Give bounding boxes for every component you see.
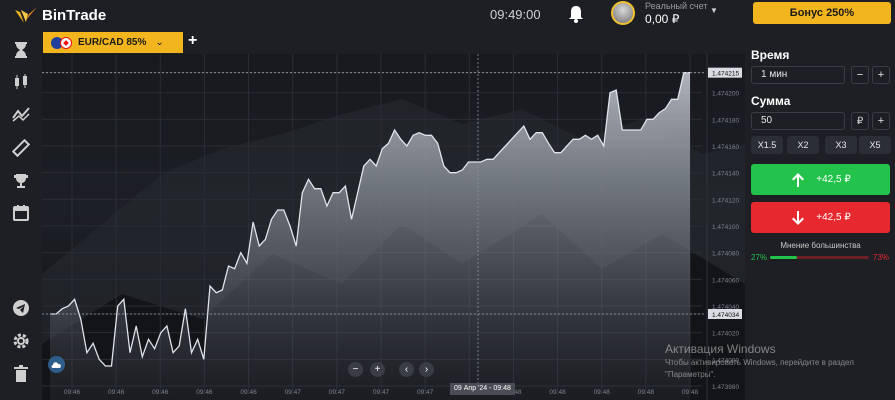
multiplier-x2-button[interactable]: X2 <box>787 136 819 154</box>
brand-logo[interactable]: BinTrade <box>14 6 106 24</box>
ruler-icon[interactable] <box>11 138 31 158</box>
zoom-out-button[interactable]: − <box>348 362 363 377</box>
y-tick-label: 1.474080 <box>712 251 739 258</box>
currency-label: ₽ <box>851 112 869 130</box>
x-tick-label: 09:48 <box>682 389 699 396</box>
multiplier-x3-button[interactable]: X3 <box>825 136 857 154</box>
y-tick-label: 1.474060 <box>712 277 739 284</box>
windows-activation-text-2: "Параметры". <box>665 370 716 379</box>
x-tick-label: 09:46 <box>240 389 257 396</box>
add-tab-button[interactable]: + <box>188 32 197 50</box>
y-tick-label: 1.474200 <box>712 91 739 98</box>
crosshair-time-badge: 09 Апр '24 - 09:48 <box>450 383 515 395</box>
buy-up-button[interactable]: +42,5 ₽ <box>751 164 890 195</box>
majority-bar <box>770 256 869 259</box>
candles-icon[interactable] <box>11 72 31 92</box>
asset-tab-bar: EUR/CAD 85% ⌄ + <box>42 30 745 54</box>
price-chart-svg: 1.474215 1.474200 1.474180 1.474160 1.474140… <box>42 54 745 400</box>
time-label: Время <box>751 48 790 62</box>
windows-activation-title: Активация Windows <box>665 342 776 356</box>
time-increase-button[interactable]: + <box>872 66 890 84</box>
indicators-icon[interactable] <box>11 104 31 124</box>
multiplier-x1-5-button[interactable]: X1.5 <box>751 136 783 154</box>
zoom-in-button[interactable]: + <box>370 362 385 377</box>
y-tick-label: 1.474034 <box>712 312 739 319</box>
y-tick-label: 1.474160 <box>712 144 739 151</box>
x-tick-label: 09:46 <box>196 389 213 396</box>
logo-icon <box>15 7 37 23</box>
x-tick-label: 09:46 <box>108 389 125 396</box>
scroll-forward-button[interactable]: › <box>419 362 434 377</box>
calendar-icon[interactable] <box>11 203 31 223</box>
scroll-back-button[interactable]: ‹ <box>399 362 414 377</box>
brand-name: BinTrade <box>42 6 107 24</box>
time-decrease-button[interactable]: − <box>851 66 869 84</box>
x-tick-label: 09:48 <box>638 389 655 396</box>
y-tick-label: 1.474215 <box>712 71 739 78</box>
amount-label: Сумма <box>751 94 791 108</box>
up-payout: +42,5 ₽ <box>816 174 851 185</box>
top-bar: BinTrade 09:49:00 Реальный счет 0,00 ₽ ▼… <box>0 0 895 30</box>
trophy-icon[interactable] <box>11 171 31 191</box>
x-tick-label: 09:47 <box>373 389 390 396</box>
asset-tab-label: EUR/CAD 85% <box>78 37 147 48</box>
amount-input[interactable]: 50 <box>751 112 845 130</box>
asset-tab-eur-cad[interactable]: EUR/CAD 85% ⌄ <box>43 32 183 53</box>
account-type-label: Реальный счет <box>645 1 708 11</box>
left-sidebar <box>0 30 42 400</box>
y-tick-label: 1.474180 <box>712 117 739 124</box>
currency-flags-icon <box>51 36 73 49</box>
x-tick-label: 09:47 <box>329 389 346 396</box>
cloud-icon[interactable] <box>48 356 65 373</box>
server-clock: 09:49:00 <box>490 7 541 22</box>
x-tick-label: 09:48 <box>549 389 566 396</box>
telegram-icon[interactable] <box>11 298 31 318</box>
y-tick-label: 1.474120 <box>712 197 739 204</box>
majority-down-percent: 73% <box>873 253 890 262</box>
y-tick-label: 1.474020 <box>712 331 739 338</box>
avatar[interactable] <box>611 1 635 25</box>
price-chart[interactable]: 1.474215 1.474200 1.474180 1.474160 1.474140… <box>42 54 745 400</box>
multiplier-x5-button[interactable]: X5 <box>859 136 891 154</box>
y-tick-label: 1.474140 <box>712 171 739 178</box>
y-tick-label: 1.474100 <box>712 224 739 231</box>
x-tick-label: 09:48 <box>594 389 611 396</box>
bell-icon[interactable] <box>567 4 585 24</box>
hourglass-icon[interactable] <box>11 40 31 60</box>
bonus-button[interactable]: Бонус 250% <box>753 2 891 24</box>
settings-icon[interactable] <box>11 331 31 351</box>
sell-down-button[interactable]: +42,5 ₽ <box>751 202 890 233</box>
majority-up-percent: 27% <box>751 253 768 262</box>
windows-activation-text: Чтобы активировать Windows, перейдите в … <box>665 358 854 367</box>
x-tick-label: 09:47 <box>285 389 302 396</box>
x-tick-label: 09:47 <box>417 389 434 396</box>
x-tick-label: 09:46 <box>64 389 81 396</box>
trash-icon[interactable] <box>11 364 31 384</box>
arrow-down-icon <box>792 210 805 225</box>
chevron-down-icon: ⌄ <box>155 37 164 48</box>
majority-bar-fill <box>770 256 797 259</box>
account-balance: 0,00 ₽ <box>645 12 680 26</box>
amount-increase-button[interactable]: + <box>872 112 890 130</box>
down-payout: +42,5 ₽ <box>816 212 851 223</box>
y-tick-label: 1.473980 <box>712 384 739 391</box>
arrow-up-icon <box>792 172 805 187</box>
x-tick-label: 09:46 <box>152 389 169 396</box>
account-dropdown-icon[interactable]: ▼ <box>710 6 718 15</box>
majority-opinion-label: Мнение большинства <box>780 241 861 250</box>
time-input[interactable]: 1 мин <box>751 66 845 84</box>
